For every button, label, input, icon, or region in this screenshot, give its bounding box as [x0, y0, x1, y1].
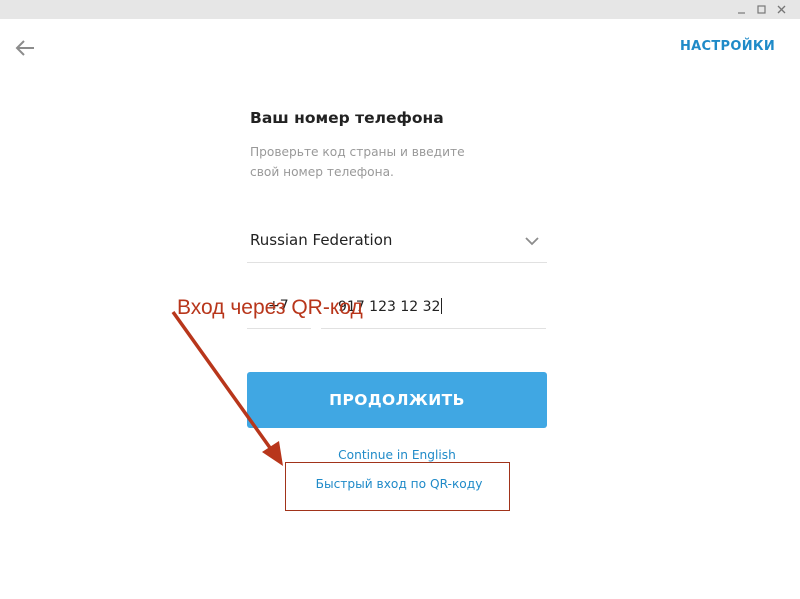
continue-button[interactable]: ПРОДОЛЖИТЬ: [247, 372, 547, 428]
minimize-icon[interactable]: [731, 0, 751, 19]
close-icon[interactable]: [771, 0, 791, 19]
chevron-down-icon: [525, 237, 539, 246]
page-title: Ваш номер телефона: [250, 109, 444, 127]
country-select[interactable]: Russian Federation: [247, 226, 547, 263]
phone-number-value: 917 123 12 32: [338, 298, 443, 315]
text-caret: [441, 298, 443, 314]
country-code-field[interactable]: +7: [247, 294, 311, 329]
subtitle-line-1: Проверьте код страны и введите: [250, 145, 465, 159]
window-titlebar: [0, 0, 800, 19]
maximize-icon[interactable]: [751, 0, 771, 19]
continue-in-english-link[interactable]: Continue in English: [247, 448, 547, 462]
subtitle: Проверьте код страны и введите свой номе…: [250, 142, 490, 182]
qr-login-link[interactable]: Быстрый вход по QR-коду: [287, 477, 511, 491]
subtitle-line-2: свой номер телефона.: [250, 165, 394, 179]
settings-link[interactable]: НАСТРОЙКИ: [680, 39, 775, 54]
country-value: Russian Federation: [250, 231, 393, 249]
phone-number-field[interactable]: 917 123 12 32: [321, 294, 546, 329]
back-button[interactable]: [12, 36, 38, 60]
country-code-value: +7: [268, 298, 289, 314]
arrow-left-icon: [15, 40, 34, 56]
phone-number-text: 917 123 12 32: [338, 299, 441, 315]
